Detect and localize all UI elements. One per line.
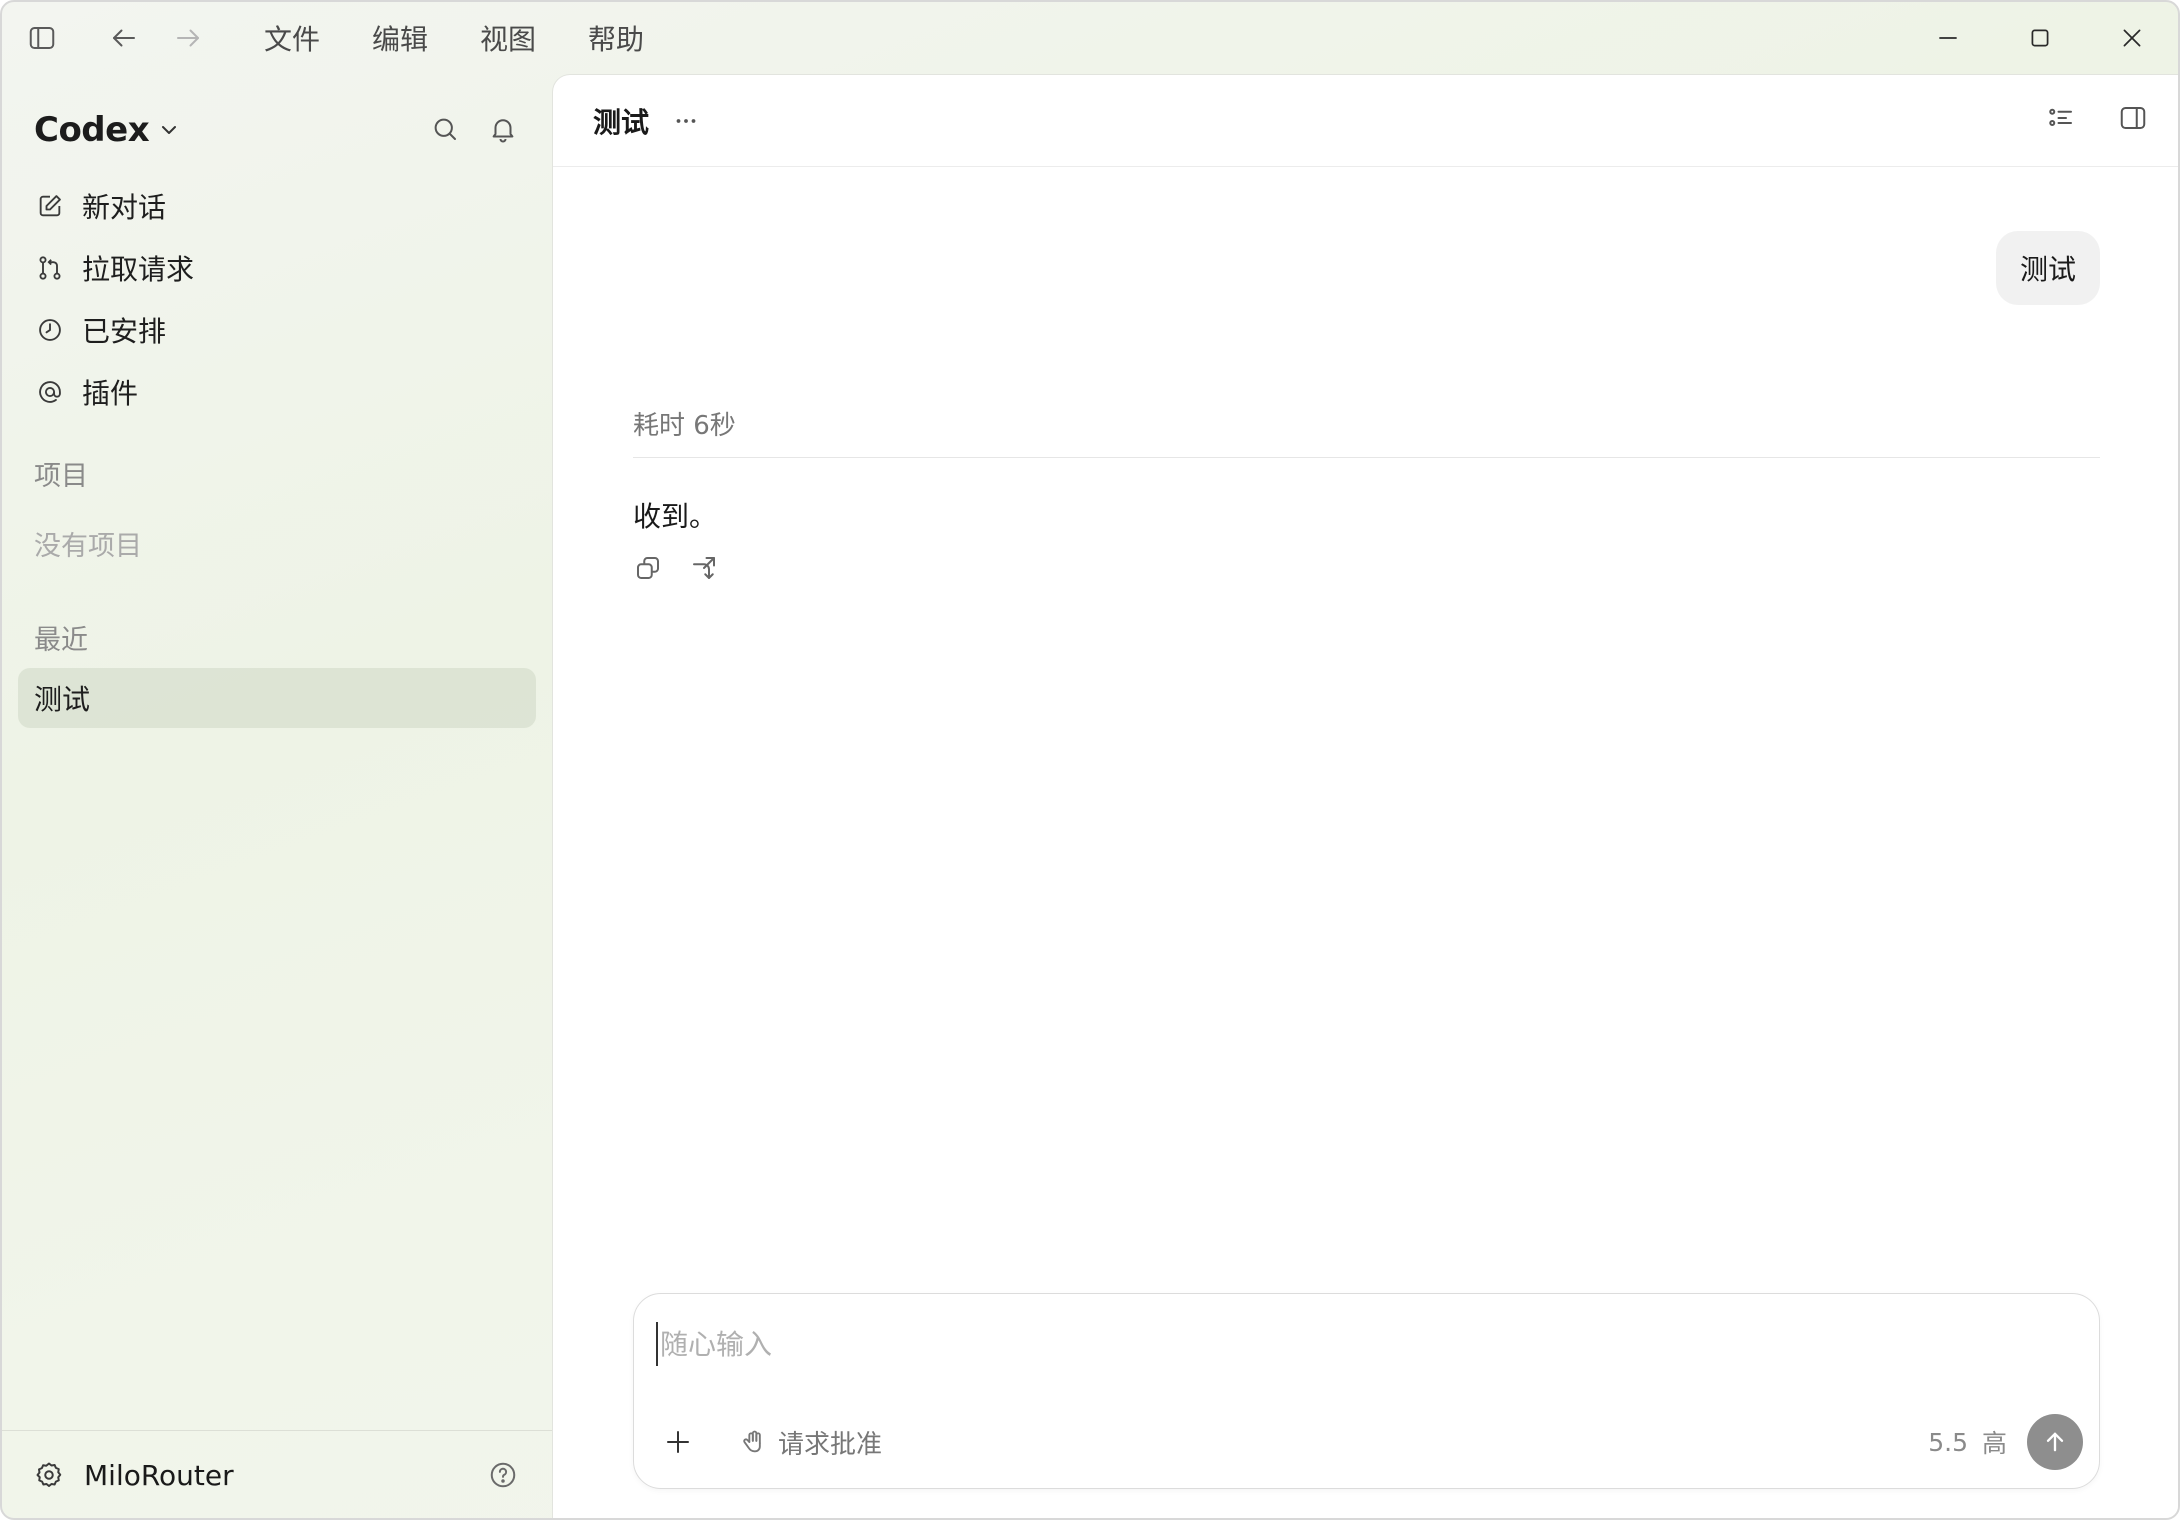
recent-section-title: 最近 — [34, 625, 88, 656]
panel-toggle-icon[interactable] — [2118, 103, 2152, 137]
nav-label: 拉取请求 — [82, 253, 195, 286]
composer: 请求批准 5.5 高 — [633, 1293, 2100, 1489]
request-approval-button[interactable]: 请求批准 — [740, 1424, 882, 1461]
nav-label: 插件 — [82, 377, 139, 410]
minimize-icon[interactable] — [1902, 2, 1994, 74]
sidebar-footer: MiloRouter — [2, 1430, 552, 1518]
nav-scheduled[interactable]: 已安排 — [20, 300, 534, 360]
pull-request-icon — [34, 252, 66, 284]
main-panel: 测试 测试 耗时 6秒 收到。 随心输入 请求批准 5.5 高 — [552, 74, 2178, 1518]
fork-icon[interactable] — [689, 553, 721, 585]
app-switcher[interactable]: Codex — [34, 110, 181, 150]
hand-icon — [743, 1430, 761, 1453]
assistant-reply: 收到。 — [633, 500, 718, 533]
nav-pull-requests[interactable]: 拉取请求 — [20, 238, 534, 298]
user-message-bubble: 测试 — [1995, 231, 2100, 305]
user-message-text: 测试 — [2019, 253, 2076, 286]
elapsed-time[interactable]: 耗时 6秒 — [633, 405, 736, 442]
bell-icon[interactable] — [488, 114, 520, 146]
close-icon[interactable] — [2086, 2, 2178, 74]
sidebar-header: Codex — [34, 100, 520, 160]
search-icon[interactable] — [430, 114, 462, 146]
title-bar: 文件 编辑 视图 帮助 — [2, 2, 2178, 74]
composer-toolbar: 请求批准 5.5 高 — [656, 1414, 2083, 1470]
projects-empty-hint: 没有项目 — [34, 531, 142, 562]
at-icon — [34, 376, 66, 408]
task-list-icon[interactable] — [2046, 103, 2080, 137]
model-version: 5.5 — [1928, 1427, 1968, 1457]
arrow-up-icon — [2046, 1432, 2064, 1452]
message-input[interactable] — [656, 1322, 2075, 1366]
recent-item-label: 测试 — [34, 683, 91, 716]
user-name[interactable]: MiloRouter — [84, 1459, 234, 1492]
window-controls — [1902, 2, 2178, 74]
help-icon[interactable] — [488, 1460, 520, 1492]
gear-icon[interactable] — [34, 1460, 66, 1492]
nav-new-chat[interactable]: 新对话 — [20, 176, 534, 236]
conversation-header: 测试 — [553, 75, 2178, 167]
clock-icon — [34, 314, 66, 346]
send-button[interactable] — [2027, 1414, 2083, 1470]
edit-icon — [34, 190, 66, 222]
menu-edit[interactable]: 编辑 — [372, 18, 428, 58]
reply-actions — [633, 553, 721, 585]
model-level: 高 — [1981, 1429, 2007, 1458]
menu-help[interactable]: 帮助 — [588, 18, 644, 58]
forward-arrow-icon[interactable] — [168, 18, 208, 58]
chevron-down-icon — [162, 126, 177, 134]
divider — [633, 457, 2100, 458]
nav-plugins[interactable]: 插件 — [20, 362, 534, 422]
projects-section-title: 项目 — [34, 461, 88, 492]
model-selector[interactable]: 5.5 高 — [1928, 1424, 2007, 1460]
sidebar-toggle-icon[interactable] — [22, 18, 62, 58]
sidebar-nav: 新对话 拉取请求 已安排 插件 — [20, 176, 534, 424]
nav-label: 新对话 — [82, 191, 167, 224]
menu-view[interactable]: 视图 — [480, 18, 536, 58]
maximize-icon[interactable] — [1994, 2, 2086, 74]
menu-file[interactable]: 文件 — [264, 18, 320, 58]
nav-label: 已安排 — [82, 315, 167, 348]
sidebar: Codex 新对话 拉取请求 已安排 插件 项目 没有项目 最近 测试 Milo… — [2, 74, 552, 1518]
copy-icon[interactable] — [633, 553, 665, 585]
recent-item-test[interactable]: 测试 — [18, 668, 536, 728]
request-approval-label: 请求批准 — [778, 1429, 883, 1460]
more-options-icon[interactable] — [671, 104, 705, 138]
back-arrow-icon[interactable] — [104, 18, 144, 58]
app-title: Codex — [34, 110, 150, 150]
conversation-title: 测试 — [593, 105, 650, 139]
app-window: 文件 编辑 视图 帮助 Codex 新对话 拉取请求 已安排 插件 项目 没有项… — [0, 0, 2180, 1520]
plus-icon[interactable] — [656, 1420, 700, 1464]
